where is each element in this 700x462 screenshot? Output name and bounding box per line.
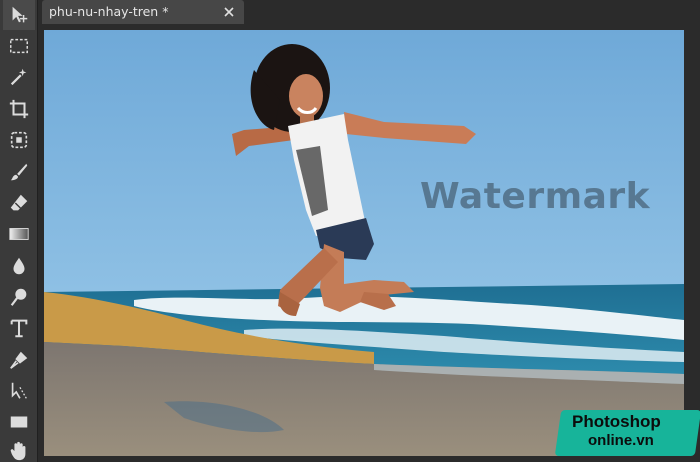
brush-icon [10, 163, 28, 181]
eraser-icon [10, 194, 28, 211]
move-tool[interactable] [3, 0, 35, 30]
tools-panel [0, 0, 38, 462]
crop-tool[interactable] [3, 94, 35, 124]
logo-line-1: Photoshop [572, 412, 661, 431]
drop-icon [13, 257, 25, 275]
shape-tool[interactable] [3, 407, 35, 437]
canvas-workspace[interactable]: Watermark Photoshop online.vn [38, 28, 700, 462]
dodge-tool[interactable] [3, 282, 35, 312]
eraser-tool[interactable] [3, 188, 35, 218]
crop-icon [9, 99, 29, 119]
close-icon[interactable] [222, 5, 236, 19]
document-tab[interactable]: phu-nu-nhay-tren * [42, 0, 244, 24]
hand-icon [10, 441, 26, 461]
path-arrow-icon [11, 382, 27, 399]
beach-photo [44, 30, 684, 456]
text-tool[interactable] [3, 313, 35, 343]
gradient-icon [9, 228, 29, 240]
brush-tool[interactable] [3, 157, 35, 187]
photoshop-online-logo: Photoshop online.vn [554, 406, 700, 460]
gradient-tool[interactable] [3, 219, 35, 249]
document-tab-bar: phu-nu-nhay-tren * [38, 0, 700, 28]
hand-tool[interactable] [3, 436, 35, 462]
blur-tool[interactable] [3, 251, 35, 281]
move-arrow-icon [12, 6, 28, 23]
dodge-icon [10, 288, 27, 306]
document-tab-title: phu-nu-nhay-tren * [49, 4, 169, 19]
text-icon [10, 319, 28, 338]
pen-tool[interactable] [3, 345, 35, 375]
path-select-tool[interactable] [3, 376, 35, 406]
logo-line-2: online.vn [588, 432, 654, 449]
object-select-tool[interactable] [3, 125, 35, 155]
magic-wand-tool[interactable] [3, 62, 35, 92]
watermark-text: Watermark [420, 176, 651, 217]
pen-icon [10, 351, 28, 369]
dashed-rectangle-icon [10, 38, 28, 54]
magic-wand-icon [10, 68, 27, 86]
rectangle-icon [10, 416, 28, 428]
document-image[interactable]: Watermark [44, 30, 684, 456]
modified-marker: * [162, 4, 169, 19]
marquee-tool[interactable] [3, 31, 35, 61]
dashed-square-icon [10, 131, 28, 149]
